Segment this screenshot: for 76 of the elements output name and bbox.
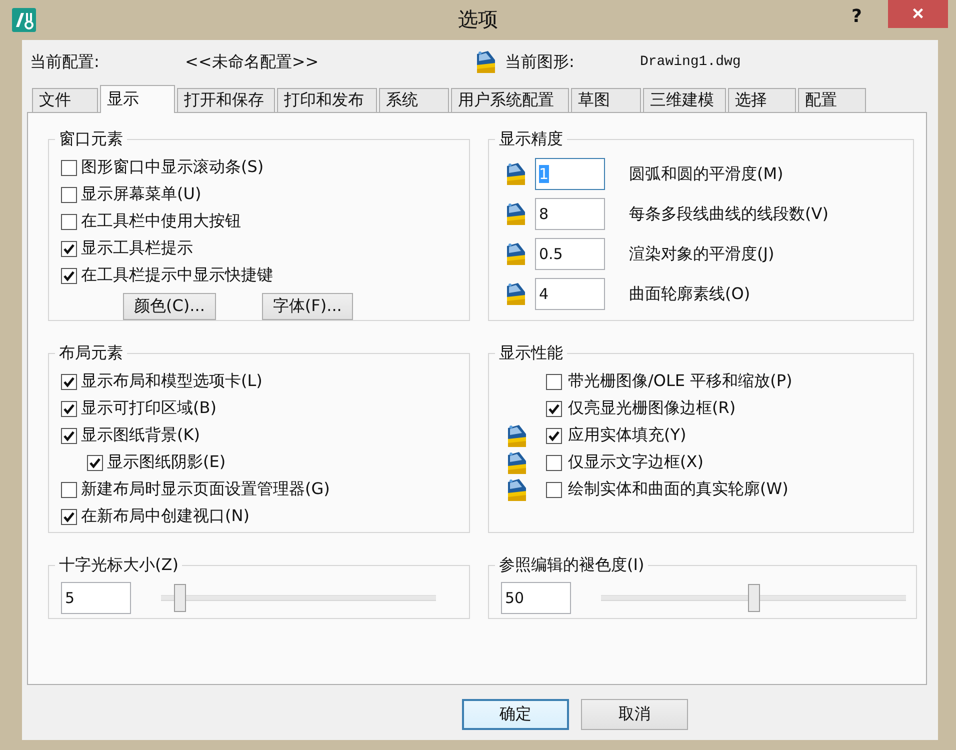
dialog-button[interactable]: 取消 <box>581 699 688 730</box>
checkbox[interactable] <box>546 454 562 470</box>
drawing-label: 当前图形: <box>505 52 576 72</box>
checkbox[interactable] <box>61 482 77 498</box>
drawing-file-icon <box>505 202 527 226</box>
group-title: 参照编辑的褪色度(I) <box>498 555 646 576</box>
dialog-button[interactable]: 字体(F)... <box>262 293 353 320</box>
checkbox-label: 在工具栏提示中显示快捷键 <box>81 265 273 286</box>
checkbox-label: 在新布局中创建视口(N) <box>81 506 250 527</box>
help-button[interactable]: ? <box>852 6 862 26</box>
checkbox[interactable] <box>61 186 77 202</box>
checkbox[interactable] <box>87 454 103 470</box>
slider-thumb[interactable] <box>748 584 760 612</box>
checkbox-label: 仅显示文字边框(X) <box>568 452 704 473</box>
profile-name: <<未命名配置>> <box>185 52 320 72</box>
tab[interactable]: 系统 <box>379 88 449 112</box>
checkbox-label: 显示图纸背景(K) <box>81 425 200 446</box>
tab[interactable]: 文件 <box>32 88 98 112</box>
drawing-file-icon <box>505 162 527 186</box>
setting-label: 每条多段线曲线的线段数(V) <box>629 204 828 224</box>
drawing-name: Drawing1.dwg <box>640 54 741 70</box>
text-field[interactable]: 0.5 <box>535 238 605 270</box>
tab[interactable]: 用户系统配置 <box>451 88 569 112</box>
checkbox-label: 显示可打印区域(B) <box>81 398 216 419</box>
slider-thumb[interactable] <box>174 584 186 612</box>
group-title: 十字光标大小(Z) <box>58 555 180 576</box>
checkbox-label: 绘制实体和曲面的真实轮廓(W) <box>568 479 788 500</box>
dialog-button[interactable]: 颜色(C)... <box>123 293 216 320</box>
checkbox[interactable] <box>546 482 562 498</box>
checkbox-label: 显示图纸阴影(E) <box>107 452 226 473</box>
checkbox-label: 带光栅图像/OLE 平移和缩放(P) <box>568 371 792 392</box>
checkbox[interactable] <box>61 160 77 176</box>
text-field[interactable]: 50 <box>501 582 571 614</box>
window-title: 选项 <box>458 7 498 31</box>
tab[interactable]: 三维建模 <box>643 88 726 112</box>
text-field[interactable]: 8 <box>535 198 605 230</box>
setting-label: 圆弧和圆的平滑度(M) <box>629 164 784 184</box>
checkbox[interactable] <box>61 240 77 256</box>
tab[interactable]: 选择 <box>728 88 796 112</box>
dialog-button[interactable]: 确定 <box>462 699 569 730</box>
setting-label: 渲染对象的平滑度(J) <box>629 244 774 264</box>
checkbox-label: 仅亮显光栅图像边框(R) <box>568 398 736 419</box>
drawing-file-icon <box>475 50 497 74</box>
drawing-file-icon <box>505 242 527 266</box>
tab[interactable]: 显示 <box>100 85 175 113</box>
checkbox-label: 应用实体填充(Y) <box>568 425 686 446</box>
setting-label: 曲面轮廓素线(O) <box>629 284 750 304</box>
checkbox[interactable] <box>546 428 562 444</box>
checkbox[interactable] <box>61 508 77 524</box>
checkbox[interactable] <box>546 374 562 390</box>
checkbox-label: 图形窗口中显示滚动条(S) <box>81 157 264 178</box>
checkbox-label: 显示工具栏提示 <box>81 238 193 259</box>
app-icon <box>12 8 36 32</box>
checkbox[interactable] <box>61 428 77 444</box>
tab[interactable]: 打印和发布 <box>277 88 377 112</box>
group-title: 窗口元素 <box>58 129 124 150</box>
checkbox-label: 显示屏幕菜单(U) <box>81 184 202 205</box>
checkbox-label: 显示布局和模型选项卡(L) <box>81 371 262 392</box>
checkbox[interactable] <box>61 374 77 390</box>
tab[interactable]: 草图 <box>571 88 641 112</box>
checkbox[interactable] <box>61 214 77 230</box>
tab[interactable]: 配置 <box>798 88 866 112</box>
tab[interactable]: 打开和保存 <box>177 88 275 112</box>
group-title: 显示精度 <box>498 129 564 150</box>
checkbox[interactable] <box>546 400 562 416</box>
close-button[interactable]: × <box>888 0 948 28</box>
group-title: 布局元素 <box>58 343 124 364</box>
checkbox[interactable] <box>61 268 77 284</box>
checkbox-label: 新建布局时显示页面设置管理器(G) <box>81 479 330 500</box>
group-title: 显示性能 <box>498 343 564 364</box>
text-field[interactable]: 5 <box>61 582 131 614</box>
drawing-file-icon <box>505 282 527 306</box>
checkbox-label: 在工具栏中使用大按钮 <box>81 211 241 232</box>
profile-label: 当前配置: <box>30 52 100 72</box>
checkbox[interactable] <box>61 400 77 416</box>
text-field[interactable]: 4 <box>535 278 605 310</box>
